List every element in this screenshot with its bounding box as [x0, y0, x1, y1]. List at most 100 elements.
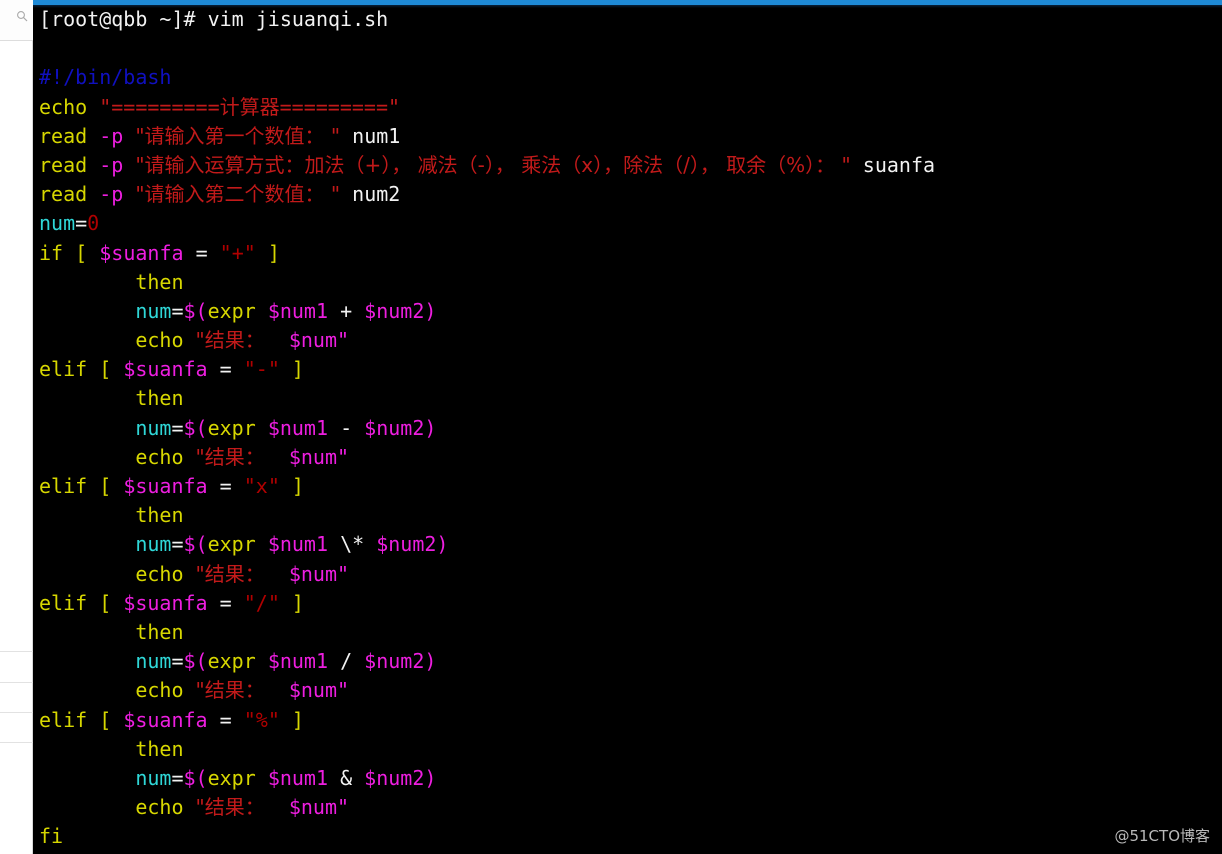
prompt-string-operator: "请输入运算方式：加法（+）， 减法（-）， 乘法（x），除法（/）， 取余（%…: [135, 152, 851, 177]
code-line-26: echo "结果： $num": [33, 793, 1222, 822]
kw-then: then: [135, 269, 184, 294]
bracket-close: ]: [267, 240, 280, 265]
var-num2-ref: $num2): [364, 415, 437, 440]
code-line-13: num=$(expr $num1 - $num2): [33, 414, 1222, 443]
subshell-open: $(: [183, 415, 208, 440]
code-line-16: then: [33, 501, 1222, 530]
var-num: num: [135, 415, 172, 440]
subshell-open: $(: [183, 765, 208, 790]
result-label: "结果：: [195, 328, 265, 353]
code-line-8: then: [33, 268, 1222, 297]
terminal-output[interactable]: [root@qbb ~]# vim jisuanqi.sh #!/bin/bas…: [33, 5, 1222, 854]
bracket-close: ]: [291, 707, 304, 732]
code-line-15: elif [ $suanfa = "x" ]: [39, 474, 304, 498]
cmd-expr: expr: [207, 298, 256, 323]
var-num1-ref: $num1: [267, 649, 329, 674]
code-line-27: fi: [33, 822, 1222, 851]
shebang: #!/bin/bash: [39, 65, 172, 90]
sidebar-search-card[interactable]: [0, 0, 33, 41]
kw-elif: elif: [39, 474, 88, 498]
sidebar-divider: [0, 682, 33, 683]
assign-operator: =: [171, 649, 184, 674]
flag-p: -p: [99, 123, 124, 148]
var-num1-ref: $num1: [267, 532, 329, 557]
code-line-18: echo "结果： $num": [33, 560, 1222, 589]
var-num1-ref: $num1: [267, 415, 329, 440]
result-label: "结果：: [195, 444, 265, 469]
assign-operator: =: [171, 298, 184, 323]
code-line-19: elif [ $suanfa = "/" ]: [39, 590, 304, 615]
kw-then: then: [135, 503, 184, 528]
cmd-expr: expr: [207, 649, 256, 674]
subshell-open: $(: [183, 649, 208, 674]
bracket-close: ]: [291, 590, 304, 615]
var-num: num: [39, 211, 76, 236]
bracket-close: ]: [291, 357, 304, 382]
code-line-1: #!/bin/bash: [33, 63, 1222, 92]
var-suanfa-ref: $suanfa: [123, 590, 208, 615]
kw-elif: elif: [39, 357, 88, 382]
var-suanfa-ref: $suanfa: [123, 474, 208, 498]
var-suanfa-ref: $suanfa: [123, 707, 208, 732]
var-num2-ref: $num2): [364, 649, 437, 674]
assign-operator: =: [75, 211, 88, 236]
bracket-open: [: [99, 357, 112, 382]
sidebar-divider: [0, 742, 33, 743]
flag-p: -p: [99, 152, 124, 177]
operator-sign: -: [340, 415, 353, 440]
op-div-literal: "/": [243, 590, 280, 615]
banner-right: =========": [279, 94, 401, 119]
bracket-close: ]: [291, 474, 304, 498]
kw-elif: elif: [39, 707, 88, 732]
code-line-4: read -p "请输入运算方式：加法（+）， 减法（-）， 乘法（x），除法（…: [33, 151, 1222, 180]
sidebar-divider: [0, 651, 33, 652]
kw-echo: echo: [39, 94, 88, 119]
kw-elif: elif: [39, 590, 88, 615]
var-num-ref: $num": [288, 444, 350, 469]
terminal-window[interactable]: [root@qbb ~]# vim jisuanqi.sh #!/bin/bas…: [33, 0, 1222, 854]
code-line-3: read -p "请输入第一个数值： " num1: [33, 122, 1222, 151]
op-times-literal: "x": [243, 474, 280, 498]
kw-then: then: [135, 619, 184, 644]
banner-label: 计算器: [219, 94, 280, 119]
result-label: "结果：: [195, 561, 265, 586]
assign-operator: =: [171, 415, 184, 440]
result-label: "结果：: [195, 795, 265, 820]
prompt-string-2: "请输入第二个数值： ": [135, 182, 341, 207]
var-num: num: [135, 532, 172, 557]
kw-read: read: [39, 182, 88, 207]
operator-sign: \*: [340, 532, 365, 557]
code-line-2: echo "=========计算器=========": [33, 93, 1222, 122]
result-label: "结果：: [195, 678, 265, 703]
operator-sign: /: [340, 649, 353, 674]
cmd-expr: expr: [207, 532, 256, 557]
var-suanfa-ref: $suanfa: [99, 240, 184, 265]
var-num1-ref: $num1: [267, 298, 329, 323]
search-icon[interactable]: [16, 10, 28, 22]
var-suanfa-ref: $suanfa: [123, 357, 208, 382]
cmd-expr: expr: [207, 415, 256, 440]
var-num1: num1: [352, 123, 401, 148]
code-line-11: elif [ $suanfa = "-" ]: [39, 357, 304, 382]
cmd-expr: expr: [207, 765, 256, 790]
code-line-12: then: [33, 384, 1222, 413]
var-num2: num2: [352, 182, 401, 207]
kw-then: then: [135, 386, 184, 411]
bracket-open: [: [75, 240, 88, 265]
code-line-17: num=$(expr $num1 \* $num2): [33, 530, 1222, 559]
code-line-21: num=$(expr $num1 / $num2): [33, 647, 1222, 676]
var-num: num: [135, 298, 172, 323]
var-num: num: [135, 765, 172, 790]
code-line-10: echo "结果： $num": [33, 326, 1222, 355]
var-num-ref: $num": [288, 795, 350, 820]
screenshot-root: [root@qbb ~]# vim jisuanqi.sh #!/bin/bas…: [0, 0, 1222, 854]
code-line-22: echo "结果： $num": [33, 676, 1222, 705]
op-minus-literal: "-": [243, 357, 280, 382]
kw-fi: fi: [39, 824, 64, 849]
subshell-open: $(: [183, 532, 208, 557]
watermark: @51CTO博客: [1114, 827, 1210, 845]
kw-echo: echo: [135, 444, 184, 469]
assign-operator: =: [171, 532, 184, 557]
kw-echo: echo: [135, 328, 184, 353]
